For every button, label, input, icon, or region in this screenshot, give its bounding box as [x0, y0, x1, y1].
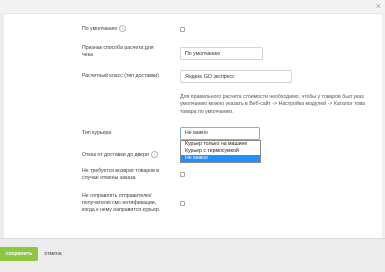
no-sms-checkbox[interactable] [180, 201, 185, 206]
no-sms-label-line3: когда к нему направится курьер. [82, 207, 161, 213]
default-checkbox[interactable] [180, 27, 185, 32]
tax-class-value: Яндекс GO экспресс [185, 74, 235, 80]
left-edge [0, 13, 4, 238]
save-button[interactable]: сохранить [0, 247, 38, 261]
help-icon[interactable]: ? [150, 151, 158, 158]
tax-class-field[interactable]: Яндекс GO экспресс [180, 70, 292, 83]
close-icon[interactable]: × [376, 1, 381, 11]
courier-type-selected-value: Не важно [185, 130, 208, 136]
courier-option-any[interactable]: Не важно [181, 155, 260, 162]
courier-type-label-text: Тип курьера [82, 130, 112, 136]
payment-sign-label: Признак способа расчета для чека [82, 45, 154, 59]
tax-class-label-text: Расчетный класс (тип доставки) [82, 73, 159, 79]
note-line-2: умолчанию можно указать в Веб-сайт -> На… [180, 101, 365, 108]
default-row-text: По умолчанию [82, 25, 118, 32]
no-return-label-line2: случае отмены заказа [82, 175, 136, 181]
window-header: × [0, 0, 385, 14]
payment-sign-label-line2: чека [82, 52, 93, 58]
no-sms-label: Не отправлять отправителю/ получателю см… [82, 193, 160, 214]
courier-option-car[interactable]: Курьер только на машине [181, 141, 260, 148]
no-return-label: Не требуется возврат товаров в случае от… [82, 168, 159, 182]
no-sms-label-line1: Не отправлять отправителю/ [82, 193, 152, 199]
no-return-label-line1: Не требуется возврат товаров в [82, 168, 160, 174]
help-note: Для правильного расчета стоимости необхо… [180, 94, 385, 116]
courier-type-label: Тип курьера [82, 130, 111, 137]
cancel-button[interactable]: отмена [40, 247, 66, 261]
no-return-checkbox[interactable] [180, 172, 185, 177]
note-line-3: товара по умолчанию. [180, 108, 234, 115]
payment-sign-field[interactable]: По умолчанию [180, 47, 263, 60]
refuse-door-label: Отказ от доставки до двери? [82, 151, 158, 159]
tax-class-label: Расчетный класс (тип доставки) [82, 73, 159, 80]
payment-sign-label-line1: Признак способа расчета для [82, 45, 154, 51]
refuse-door-label-text: Отказ от доставки до двери [82, 151, 149, 158]
payment-sign-value: По умолчанию [185, 51, 221, 57]
default-row-label: По умолчанию? [82, 25, 127, 33]
courier-option-thermobag[interactable]: Курьер с термосумкой [181, 148, 260, 155]
help-icon[interactable]: ? [119, 25, 127, 32]
courier-type-select[interactable]: Не важно [180, 127, 260, 140]
no-sms-label-line2: получателю смс-нотификации, [82, 200, 157, 206]
footer-bar: сохранить отмена [0, 238, 385, 272]
courier-type-dropdown: Курьер только на машине Курьер с термосу… [180, 140, 261, 163]
